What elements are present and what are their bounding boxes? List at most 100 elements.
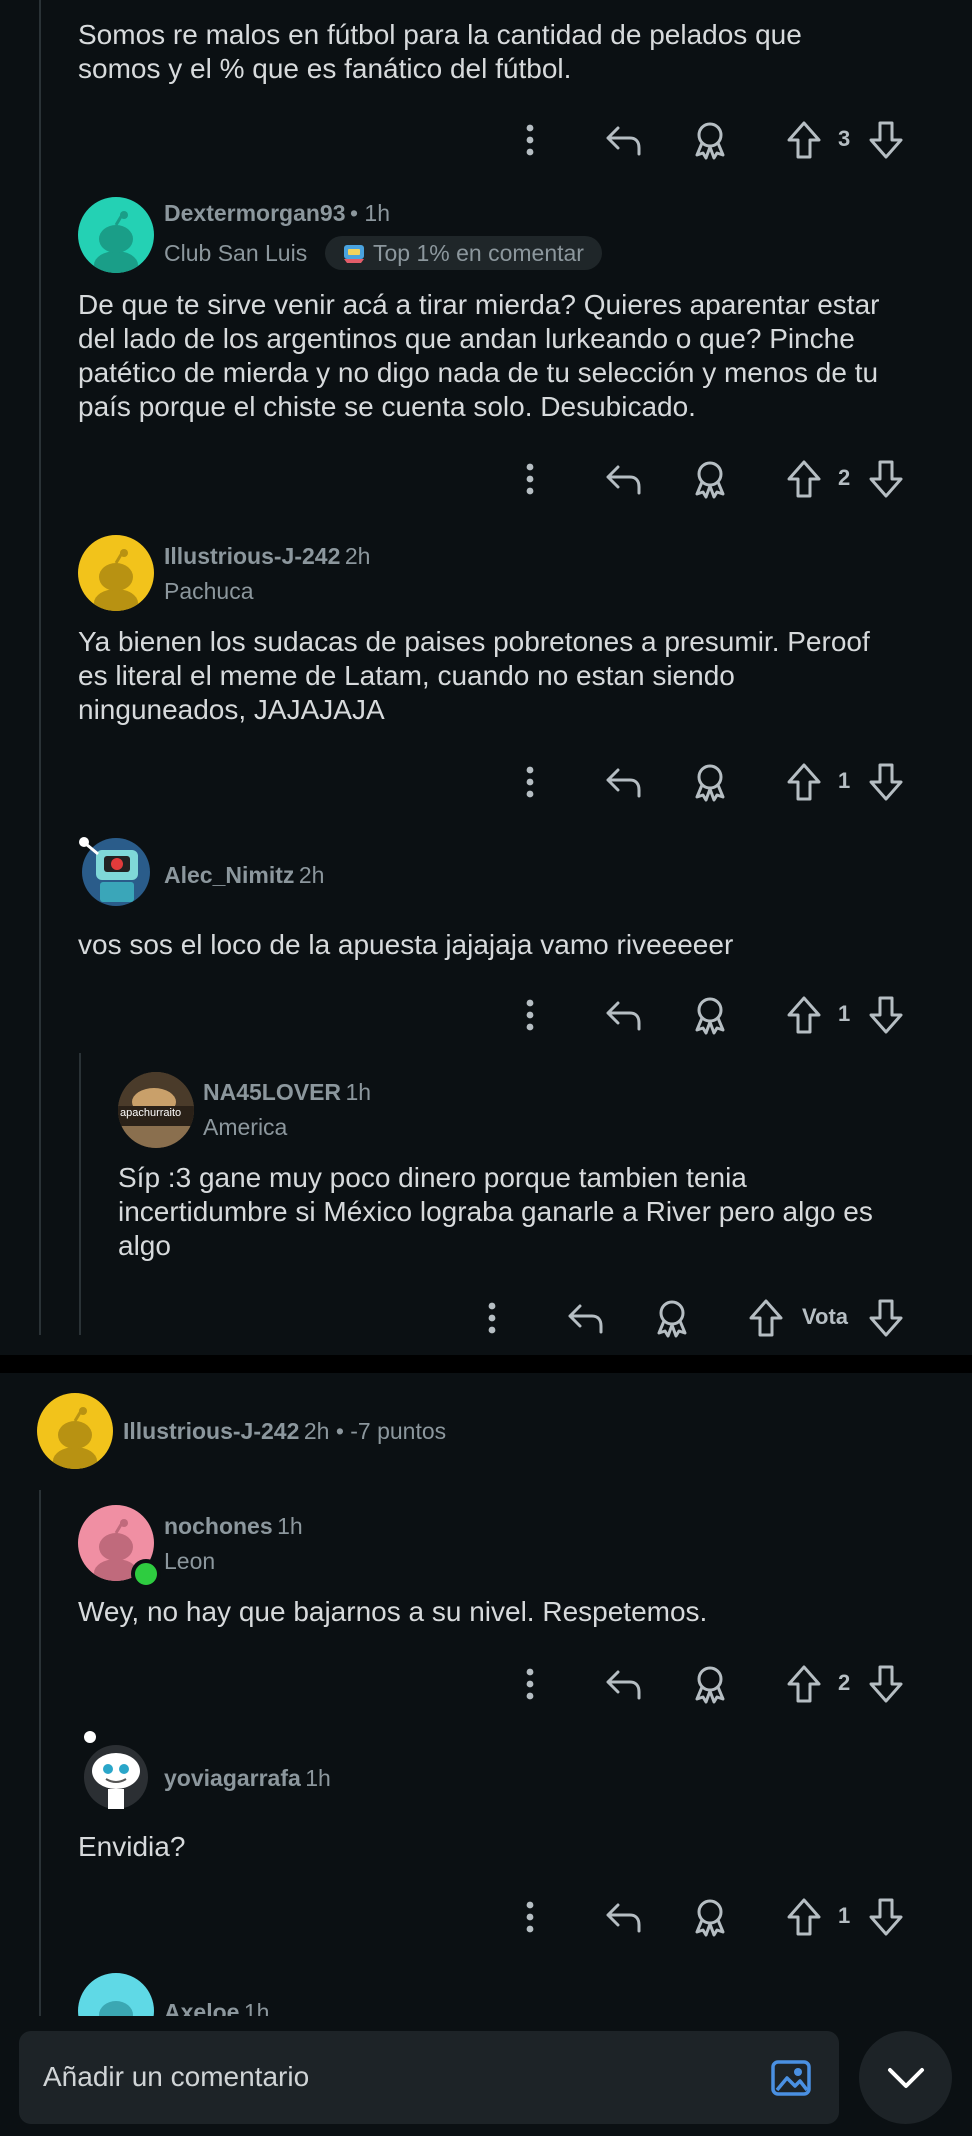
comment-header: nochones 1h	[164, 1513, 303, 1540]
upvote-icon[interactable]	[786, 459, 822, 499]
comment-header: yoviagarrafa 1h	[164, 1765, 331, 1792]
avatar[interactable]: apachurraito	[118, 1072, 194, 1148]
reply-icon[interactable]	[566, 1300, 604, 1336]
avatar[interactable]	[78, 535, 154, 611]
vote-count: 2	[838, 1670, 851, 1695]
thread-line	[39, 0, 41, 1335]
comment-actions: Vota	[460, 1294, 920, 1342]
award-icon[interactable]	[654, 1298, 690, 1338]
downvote-icon[interactable]	[868, 1897, 904, 1937]
username[interactable]: Alec_Nimitz	[164, 862, 294, 888]
timestamp: 1h	[345, 1079, 372, 1105]
reply-icon[interactable]	[604, 1899, 642, 1935]
badge-label: Top 1% en comentar	[373, 240, 584, 266]
achievement-badge: Top 1% en comentar	[325, 236, 602, 270]
more-options-icon[interactable]	[522, 122, 538, 158]
downvote-icon[interactable]	[868, 459, 904, 499]
upvote-icon[interactable]	[748, 1298, 784, 1338]
reply-icon[interactable]	[604, 997, 642, 1033]
reply-icon[interactable]	[604, 461, 642, 497]
vote-count: 1	[838, 1903, 851, 1928]
more-options-icon[interactable]	[522, 461, 538, 497]
downvote-icon[interactable]	[868, 1298, 904, 1338]
avatar[interactable]	[78, 1727, 154, 1811]
upvote-icon[interactable]	[786, 762, 822, 802]
downvote-icon[interactable]	[868, 995, 904, 1035]
reply-icon[interactable]	[604, 1666, 642, 1702]
chevron-down-icon	[888, 2068, 924, 2088]
user-flair: Club San Luis	[164, 240, 308, 266]
upvote-icon[interactable]	[786, 120, 822, 160]
comment-actions: 1	[500, 1893, 920, 1941]
award-icon[interactable]	[692, 1897, 728, 1937]
comment-header: NA45LOVER 1h	[203, 1079, 371, 1106]
vote-count: 1	[838, 1001, 851, 1026]
vote-count: 2	[838, 465, 851, 490]
reply-icon[interactable]	[604, 764, 642, 800]
achievement-icon	[344, 245, 364, 263]
more-options-icon[interactable]	[522, 997, 538, 1033]
username[interactable]: Dextermorgan93	[164, 200, 346, 226]
user-flair: Pachuca	[164, 578, 254, 604]
avatar[interactable]	[37, 1393, 113, 1469]
comment-body: Síp :3 gane muy poco dinero porque tambi…	[118, 1162, 873, 1261]
thread-line	[39, 1490, 41, 2020]
username[interactable]: Illustrious-J-242	[123, 1418, 299, 1444]
comment-input[interactable]: Añadir un comentario	[19, 2031, 839, 2124]
upvote-icon[interactable]	[786, 1664, 822, 1704]
comment-header: Illustrious-J-242 2h	[164, 543, 370, 570]
comment-body: Wey, no hay que bajarnos a su nivel. Res…	[78, 1596, 708, 1627]
timestamp-score: 2h • -7 puntos	[303, 1418, 447, 1444]
reply-icon[interactable]	[604, 122, 642, 158]
user-flair: America	[203, 1114, 288, 1140]
comment-actions: 2	[500, 455, 920, 503]
thread-line	[79, 1053, 81, 1335]
username[interactable]: NA45LOVER	[203, 1079, 341, 1105]
more-options-icon[interactable]	[484, 1300, 500, 1336]
downvote-icon[interactable]	[868, 120, 904, 160]
comment-header[interactable]: Illustrious-J-242 2h • -7 puntos	[123, 1418, 446, 1445]
upvote-icon[interactable]	[786, 995, 822, 1035]
timestamp: 1h	[277, 1513, 303, 1539]
upvote-icon[interactable]	[786, 1897, 822, 1937]
award-icon[interactable]	[692, 995, 728, 1035]
comment-actions: 3	[500, 116, 920, 164]
comment-input-placeholder: Añadir un comentario	[43, 2061, 310, 2092]
avatar[interactable]	[74, 830, 154, 910]
downvote-icon[interactable]	[868, 762, 904, 802]
comment-header: Alec_Nimitz 2h	[164, 862, 324, 889]
timestamp: 2h	[298, 862, 325, 888]
award-icon[interactable]	[692, 762, 728, 802]
comment-body: Ya bienen los sudacas de paises pobreton…	[78, 626, 870, 725]
timestamp: 2h	[344, 543, 371, 569]
username[interactable]: nochones	[164, 1513, 273, 1539]
more-options-icon[interactable]	[522, 1899, 538, 1935]
award-icon[interactable]	[692, 1664, 728, 1704]
collapse-button[interactable]	[859, 2031, 952, 2124]
comment-header: Dextermorgan93 • 1h	[164, 200, 390, 227]
avatar[interactable]	[78, 197, 154, 273]
more-options-icon[interactable]	[522, 764, 538, 800]
thread-separator	[0, 1355, 972, 1373]
comment-body: Somos re malos en fútbol para la cantida…	[78, 19, 802, 84]
vote-count: 1	[838, 768, 851, 793]
award-icon[interactable]	[692, 459, 728, 499]
downvote-icon[interactable]	[868, 1664, 904, 1704]
avatar-caption: apachurraito	[120, 1107, 182, 1119]
award-icon[interactable]	[692, 120, 728, 160]
vote-count: 3	[838, 126, 851, 151]
add-image-icon[interactable]	[770, 2057, 812, 2099]
more-options-icon[interactable]	[522, 1666, 538, 1702]
user-flair: Leon	[164, 1548, 216, 1574]
comment-body: vos sos el loco de la apuesta jajajaja v…	[78, 929, 734, 960]
comment-actions: 2	[500, 1660, 920, 1708]
username[interactable]: Illustrious-J-242	[164, 543, 340, 569]
comment-actions: 1	[500, 991, 920, 1039]
username[interactable]: yoviagarrafa	[164, 1765, 301, 1791]
timestamp: • 1h	[349, 200, 391, 226]
comment-body: De que te sirve venir acá a tirar mierda…	[78, 289, 880, 422]
vote-label: Vota	[802, 1304, 849, 1329]
online-indicator	[131, 1559, 161, 1589]
comment-actions: 1	[500, 758, 920, 806]
comment-body: Envidia?	[78, 1831, 186, 1862]
